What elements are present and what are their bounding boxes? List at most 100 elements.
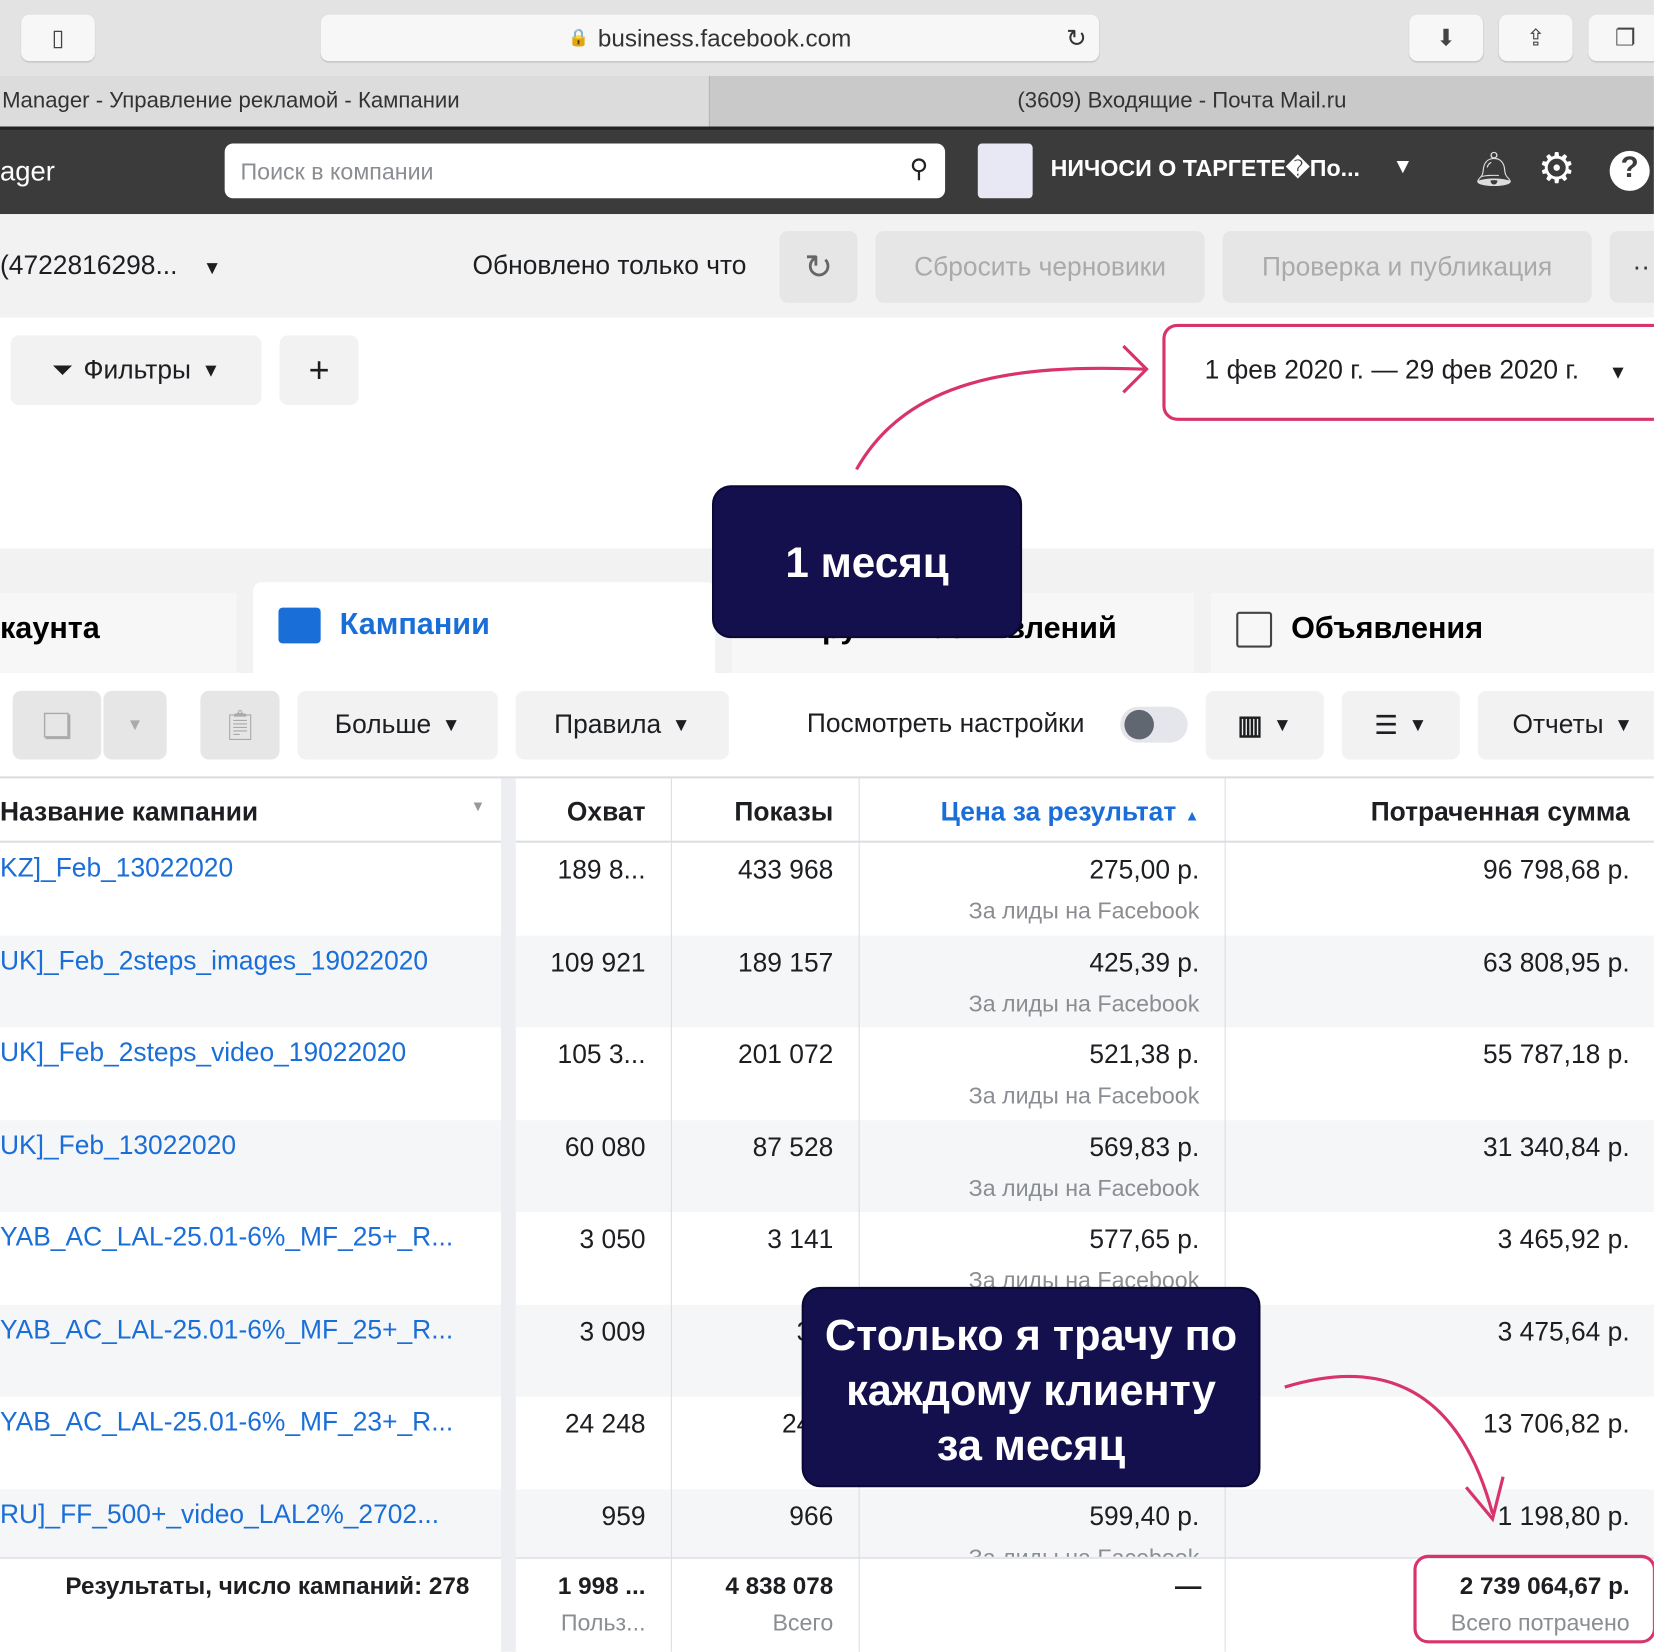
view-settings-toggle[interactable] [1120, 706, 1188, 743]
more-button[interactable]: Больше ▼ [297, 690, 498, 760]
review-publish-button[interactable]: Проверка и публикация [1222, 231, 1592, 303]
date-range-picker[interactable]: 1 фев 2020 г. — 29 фев 2020 г. ▼ [1205, 355, 1628, 386]
cost-subtext: За лиды на Facebook [968, 1082, 1200, 1109]
rules-button[interactable]: Правила ▼ [515, 690, 729, 760]
columns-icon: ▥ [1237, 710, 1263, 740]
totals-reach-sub: Польз... [560, 1609, 646, 1636]
campaign-name-link[interactable]: RU]_FF_500+_video_LAL2%_2702... [0, 1499, 496, 1530]
more-options-button[interactable]: ·· [1609, 231, 1654, 303]
add-filter-button[interactable]: + [279, 335, 359, 406]
account-selector[interactable]: (4722816298... ▼ [0, 251, 222, 282]
caret-down-icon: ▼ [126, 715, 144, 734]
cost-cell: 425,39 р. [1089, 947, 1200, 978]
tab-campaigns[interactable]: Кампании [253, 582, 716, 673]
refresh-button[interactable]: ↻ [779, 231, 858, 303]
header-cost-label: Цена за результат [940, 797, 1177, 827]
reach-cell: 24 248 [564, 1409, 646, 1439]
breakdown-icon: ☰ [1374, 710, 1398, 740]
search-input[interactable]: Поиск в компании ⚲ [224, 143, 946, 199]
duplicate-dropdown[interactable]: ▼ [103, 690, 167, 760]
browser-tabs: Manager - Управление рекламой - Кампании… [0, 75, 1654, 127]
search-icon[interactable]: ⚲ [910, 154, 929, 185]
reports-button[interactable]: Отчеты ▼ [1477, 690, 1654, 760]
column-header-impressions[interactable]: Показы [671, 778, 833, 841]
table-row[interactable]: UK]_Feb_2steps_video_19022020 105 3... 2… [0, 1027, 1654, 1120]
cost-cell: 521,38 р. [1089, 1040, 1200, 1070]
columns-button[interactable]: ▥ ▼ [1205, 690, 1324, 760]
tab-campaigns-label: Кампании [339, 607, 490, 642]
caret-down-icon: ▼ [1273, 714, 1292, 736]
table-row[interactable]: UK]_Feb_2steps_images_19022020 109 921 1… [0, 935, 1654, 1028]
view-settings-label: Посмотреть настройки [806, 708, 1085, 739]
campaign-name-link[interactable]: YAB_AC_LAL-25.01-6%_MF_25+_R... [0, 1223, 496, 1254]
browser-tab-ads-manager[interactable]: Manager - Управление рекламой - Кампании [0, 75, 709, 127]
reload-icon[interactable]: ↻ [1066, 24, 1086, 52]
impressions-cell: 201 072 [737, 1040, 834, 1070]
campaign-name-link[interactable]: UK]_Feb_13022020 [0, 1130, 496, 1161]
address-bar[interactable]: 🔒 business.facebook.com ↻ [320, 14, 1100, 62]
spent-cell: 63 808,95 р. [1483, 947, 1630, 978]
column-header-name[interactable]: Название кампании ▼ [0, 778, 485, 841]
header-name-label: Название кампании [0, 797, 259, 827]
browser-tab-mail[interactable]: (3609) Входящие - Почта Mail.ru [708, 75, 1654, 127]
duplicate-button[interactable]: ❏ [12, 690, 102, 760]
lock-icon: 🔒 [568, 29, 590, 48]
spent-cell: 3 475,64 р. [1497, 1316, 1630, 1347]
share-icon[interactable]: ⇪ [1498, 14, 1573, 62]
totals-label: Результаты, число кампаний: 278 [65, 1571, 470, 1600]
impressions-cell: 87 528 [752, 1132, 834, 1162]
caret-down-icon: ▼ [201, 359, 221, 381]
impressions-cell: 433 968 [737, 855, 834, 885]
reach-cell: 3 050 [579, 1224, 646, 1255]
column-header-reach[interactable]: Охват [517, 778, 646, 841]
rules-label: Правила [554, 709, 662, 740]
campaign-name-link[interactable]: YAB_AC_LAL-25.01-6%_MF_25+_R... [0, 1315, 496, 1346]
paste-button[interactable]: 📋︎ [200, 690, 280, 760]
copy-icon: ❏ [41, 706, 73, 745]
url-text: business.facebook.com [597, 23, 852, 52]
sidebar-toggle-icon[interactable]: ▯ [21, 14, 95, 62]
column-header-cost[interactable]: Цена за результат ▲ [859, 778, 1200, 841]
tab-account[interactable]: каунта [0, 592, 237, 673]
impressions-cell: 966 [789, 1501, 834, 1532]
table-row[interactable]: KZ]_Feb_13022020 189 8... 433 968 275,00… [0, 842, 1654, 936]
campaign-name-link[interactable]: UK]_Feb_2steps_video_19022020 [0, 1038, 496, 1069]
filter-icon: ⏷ [51, 354, 73, 385]
tab-ads-label: Объявления [1291, 611, 1484, 646]
reach-cell: 959 [601, 1501, 646, 1532]
column-header-spent[interactable]: Потраченная сумма [1225, 778, 1630, 841]
reset-drafts-button[interactable]: Сбросить черновики [875, 231, 1205, 303]
tabs-icon[interactable]: ❐ [1588, 14, 1654, 62]
campaign-name-link[interactable]: KZ]_Feb_13022020 [0, 853, 496, 884]
date-range-text: 1 фев 2020 г. — 29 фев 2020 г. [1204, 355, 1580, 386]
account-avatar[interactable] [977, 143, 1033, 199]
bell-icon[interactable]: 🔔︎ [1473, 149, 1516, 189]
totals-reach: 1 998 ... [557, 1571, 646, 1600]
arrow-to-date [855, 344, 1149, 471]
chevron-down-icon[interactable]: ▼ [1392, 155, 1413, 179]
update-status: Обновлено только что [472, 251, 747, 281]
cost-subtext: За лиды на Facebook [968, 897, 1200, 925]
campaign-name-link[interactable]: UK]_Feb_2steps_images_19022020 [0, 946, 496, 977]
help-icon[interactable]: ? [1609, 150, 1650, 191]
sort-caret-icon: ▼ [470, 797, 486, 815]
top-navigation: ager Поиск в компании ⚲ НИЧОСИ О ТАРГЕТЕ�… [0, 126, 1654, 215]
account-switcher[interactable]: НИЧОСИ О ТАРГЕТЕ�По... [1051, 155, 1360, 182]
filters-button[interactable]: ⏷ Фильтры ▼ [10, 335, 262, 406]
download-icon[interactable]: ⬇ [1409, 14, 1484, 62]
clipboard-icon: 📋︎ [221, 708, 259, 742]
total-spent-highlight [1413, 1554, 1654, 1644]
cost-subtext: За лиды на Facebook [968, 1174, 1200, 1201]
impressions-cell: 189 157 [737, 947, 834, 978]
tab-ads[interactable]: Объявления [1210, 592, 1654, 673]
column-divider[interactable] [501, 778, 516, 1652]
ad-icon [1236, 612, 1273, 649]
cost-cell: 275,00 р. [1089, 855, 1200, 885]
arrow-to-total [1284, 1374, 1505, 1523]
totals-cost: — [1175, 1571, 1202, 1602]
campaign-name-link[interactable]: YAB_AC_LAL-25.01-6%_MF_23+_R... [0, 1407, 496, 1438]
breakdown-button[interactable]: ☰ ▼ [1341, 690, 1460, 760]
caret-down-icon: ▼ [1408, 714, 1428, 736]
gear-icon[interactable]: ⚙ [1538, 145, 1576, 194]
table-row[interactable]: UK]_Feb_13022020 60 080 87 528 569,83 р.… [0, 1119, 1654, 1212]
